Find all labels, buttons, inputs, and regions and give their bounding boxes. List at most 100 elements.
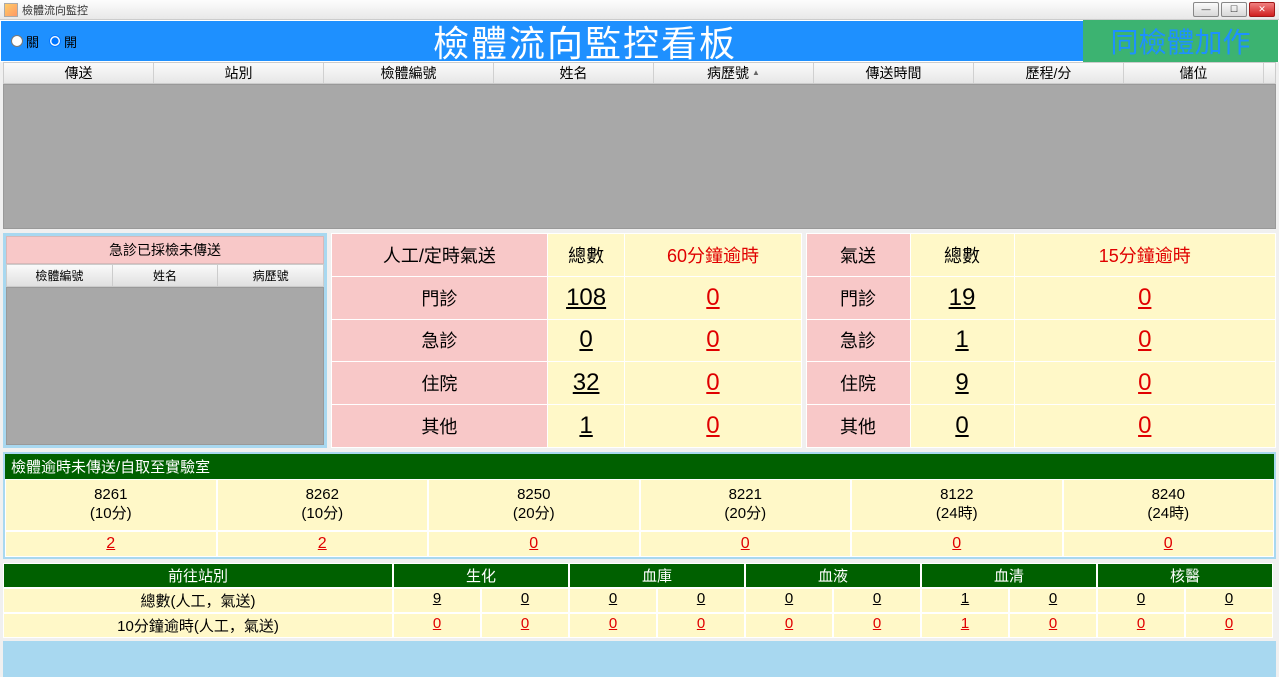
- stats-row-label: 住院: [806, 362, 910, 405]
- dest-value-cell[interactable]: 9: [393, 588, 481, 613]
- grid-column-header[interactable]: 姓名: [494, 63, 654, 83]
- stats-row-label: 其他: [332, 405, 548, 448]
- stats-overdue-cell[interactable]: 0: [1014, 276, 1276, 319]
- overdue-location-cell: 8122(24時): [851, 479, 1063, 531]
- sort-indicator-icon: ▲: [752, 63, 760, 83]
- er-unsent-columns: 檢體編號姓名病歷號: [6, 264, 324, 287]
- dest-value-cell[interactable]: 0: [1097, 613, 1185, 638]
- dest-value-cell[interactable]: 0: [833, 613, 921, 638]
- stats-overdue-cell[interactable]: 0: [1014, 405, 1276, 448]
- stats-total-cell[interactable]: 9: [910, 362, 1014, 405]
- stats-row-label: 門診: [806, 276, 910, 319]
- dest-value-cell[interactable]: 0: [569, 613, 657, 638]
- overdue-count-cell[interactable]: 2: [5, 531, 217, 557]
- stats-table-pneumatic: 氣送總數15分鐘逾時門診190急診10住院90其他00: [806, 233, 1277, 448]
- stats-header: 總數: [547, 234, 625, 277]
- app-icon: [4, 3, 18, 17]
- overdue-location-cell: 8250(20分): [428, 479, 640, 531]
- grid-column-header[interactable]: 儲位: [1124, 63, 1264, 83]
- stats-total-cell[interactable]: 108: [547, 276, 625, 319]
- stats-total-cell[interactable]: 0: [910, 405, 1014, 448]
- dest-header-label: 前往站別: [3, 563, 393, 588]
- overdue-band: 檢體逾時未傳送/自取至實驗室 8261(10分)8262(10分)8250(20…: [3, 452, 1276, 559]
- er-unsent-panel: 急診已採檢未傳送 檢體編號姓名病歷號: [3, 233, 327, 448]
- stats-overdue-cell[interactable]: 0: [625, 362, 801, 405]
- grid-body-empty: [3, 84, 1276, 229]
- overdue-count-cell[interactable]: 0: [1063, 531, 1275, 557]
- overdue-location-cell: 8221(20分): [640, 479, 852, 531]
- stats-total-cell[interactable]: 32: [547, 362, 625, 405]
- stats-row-label: 門診: [332, 276, 548, 319]
- dest-value-cell[interactable]: 0: [1097, 588, 1185, 613]
- overdue-band-title: 檢體逾時未傳送/自取至實驗室: [5, 454, 1274, 479]
- dest-value-cell[interactable]: 0: [1009, 613, 1097, 638]
- dest-value-cell[interactable]: 0: [393, 613, 481, 638]
- dest-value-cell[interactable]: 0: [745, 613, 833, 638]
- dest-value-cell[interactable]: 0: [745, 588, 833, 613]
- overdue-count-cell[interactable]: 0: [851, 531, 1063, 557]
- close-button[interactable]: ✕: [1249, 2, 1275, 17]
- stats-row-label: 急診: [806, 319, 910, 362]
- same-specimen-add-button[interactable]: 同檢體加作: [1083, 20, 1278, 62]
- page-title: 檢體流向監控看板: [433, 24, 737, 64]
- stats-header: 氣送: [806, 234, 910, 277]
- minimize-button[interactable]: —: [1193, 2, 1219, 17]
- dest-header-station: 血清: [921, 563, 1097, 588]
- stats-overdue-cell[interactable]: 0: [1014, 319, 1276, 362]
- overdue-location-cell: 8262(10分): [217, 479, 429, 531]
- dest-value-cell[interactable]: 0: [569, 588, 657, 613]
- stats-overdue-cell[interactable]: 0: [1014, 362, 1276, 405]
- dest-row-label: 總數(人工，氣送): [3, 588, 393, 613]
- dest-value-cell[interactable]: 0: [1009, 588, 1097, 613]
- grid-column-header[interactable]: 傳送: [4, 63, 154, 83]
- stats-table-manual: 人工/定時氣送總數60分鐘逾時門診1080急診00住院320其他10: [331, 233, 802, 448]
- er-unsent-column-header[interactable]: 病歷號: [218, 265, 323, 286]
- grid-column-header[interactable]: 傳送時間: [814, 63, 974, 83]
- stats-total-cell[interactable]: 1: [547, 405, 625, 448]
- grid-column-header[interactable]: 檢體編號: [324, 63, 494, 83]
- stats-overdue-cell[interactable]: 0: [625, 405, 801, 448]
- grid-column-header[interactable]: 站別: [154, 63, 324, 83]
- dest-value-cell[interactable]: 1: [921, 588, 1009, 613]
- dest-header-station: 血液: [745, 563, 921, 588]
- dest-value-cell[interactable]: 0: [481, 588, 569, 613]
- grid-column-header[interactable]: 歷程/分: [974, 63, 1124, 83]
- er-unsent-column-header[interactable]: 檢體編號: [7, 265, 113, 286]
- grid-column-headers: 傳送站別檢體編號姓名病歷號▲傳送時間歷程/分儲位: [3, 62, 1276, 84]
- overdue-location-cell: 8240(24時): [1063, 479, 1275, 531]
- dest-header-station: 核醫: [1097, 563, 1273, 588]
- stats-header: 人工/定時氣送: [332, 234, 548, 277]
- dest-value-cell[interactable]: 0: [657, 613, 745, 638]
- grid-column-header[interactable]: 病歷號▲: [654, 63, 814, 83]
- overdue-count-cell[interactable]: 0: [640, 531, 852, 557]
- bottom-strip: [3, 641, 1276, 677]
- dest-header-station: 生化: [393, 563, 569, 588]
- dest-value-cell[interactable]: 0: [833, 588, 921, 613]
- dest-value-cell[interactable]: 0: [1185, 613, 1273, 638]
- er-unsent-title: 急診已採檢未傳送: [6, 236, 324, 264]
- stats-overdue-cell[interactable]: 0: [625, 319, 801, 362]
- radio-on[interactable]: 開: [49, 32, 77, 51]
- destination-table: 前往站別生化血庫血液血清核醫 總數(人工，氣送)900000100010分鐘逾時…: [3, 563, 1276, 638]
- overdue-count-cell[interactable]: 2: [217, 531, 429, 557]
- stats-total-cell[interactable]: 0: [547, 319, 625, 362]
- stats-header: 15分鐘逾時: [1014, 234, 1276, 277]
- header-bar: 關 開 檢體流向監控看板 同檢體加作: [0, 20, 1279, 62]
- dest-value-cell[interactable]: 0: [1185, 588, 1273, 613]
- stats-row-label: 急診: [332, 319, 548, 362]
- stats-overdue-cell[interactable]: 0: [625, 276, 801, 319]
- stats-header: 總數: [910, 234, 1014, 277]
- dest-row-label: 10分鐘逾時(人工，氣送): [3, 613, 393, 638]
- stats-total-cell[interactable]: 19: [910, 276, 1014, 319]
- dest-value-cell[interactable]: 0: [481, 613, 569, 638]
- maximize-button[interactable]: ☐: [1221, 2, 1247, 17]
- stats-header: 60分鐘逾時: [625, 234, 801, 277]
- stats-total-cell[interactable]: 1: [910, 319, 1014, 362]
- stats-row-label: 住院: [332, 362, 548, 405]
- dest-value-cell[interactable]: 0: [657, 588, 745, 613]
- stats-row-label: 其他: [806, 405, 910, 448]
- dest-value-cell[interactable]: 1: [921, 613, 1009, 638]
- er-unsent-column-header[interactable]: 姓名: [113, 265, 219, 286]
- overdue-count-cell[interactable]: 0: [428, 531, 640, 557]
- radio-off[interactable]: 關: [11, 32, 39, 51]
